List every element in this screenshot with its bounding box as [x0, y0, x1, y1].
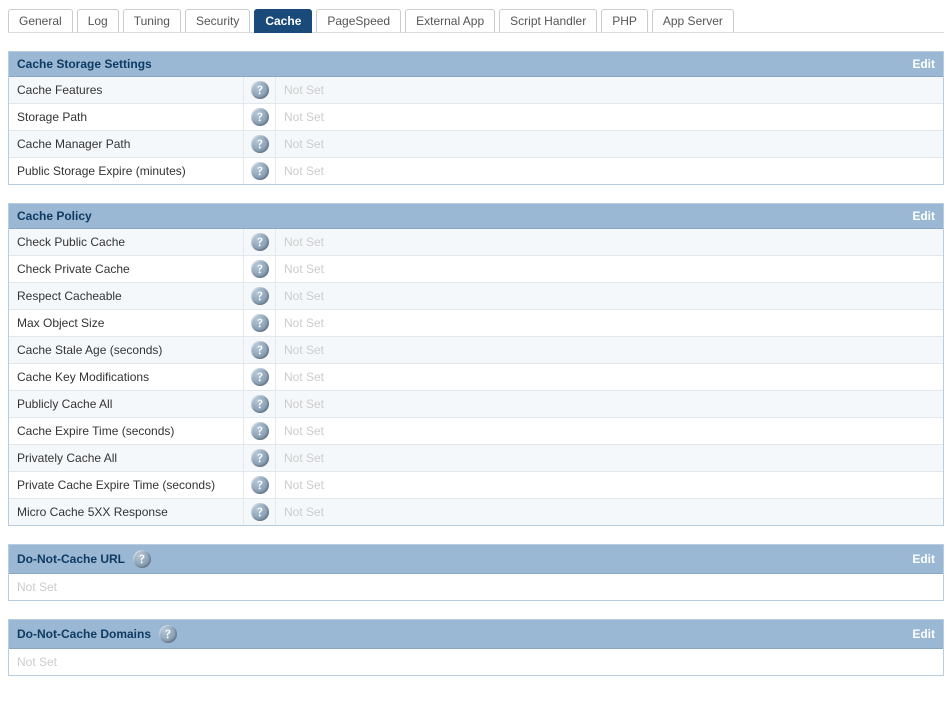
- setting-label: Respect Cacheable: [9, 283, 244, 309]
- setting-value: Not Set: [276, 418, 943, 444]
- help-icon[interactable]: [251, 368, 269, 386]
- setting-label: Cache Key Modifications: [9, 364, 244, 390]
- setting-label: Publicly Cache All: [9, 391, 244, 417]
- help-icon[interactable]: [251, 314, 269, 332]
- panel-cache-policy: Cache Policy Edit Check Public Cache Not…: [8, 203, 944, 526]
- help-icon[interactable]: [251, 233, 269, 251]
- setting-value: Not Set: [276, 283, 943, 309]
- edit-link[interactable]: Edit: [912, 627, 935, 641]
- edit-link[interactable]: Edit: [912, 209, 935, 223]
- setting-label: Cache Stale Age (seconds): [9, 337, 244, 363]
- edit-link[interactable]: Edit: [912, 552, 935, 566]
- panel-dnc-domains: Do-Not-Cache Domains Edit Not Set: [8, 619, 944, 676]
- panel-title: Cache Policy: [17, 209, 92, 223]
- help-icon[interactable]: [251, 422, 269, 440]
- setting-value: Not Set: [276, 229, 943, 255]
- setting-label: Storage Path: [9, 104, 244, 130]
- setting-value: Not Set: [276, 256, 943, 282]
- tab-app-server[interactable]: App Server: [652, 9, 734, 33]
- panel-header: Do-Not-Cache Domains Edit: [9, 620, 943, 649]
- tab-pagespeed[interactable]: PageSpeed: [316, 9, 401, 33]
- setting-label: Privately Cache All: [9, 445, 244, 471]
- setting-label: Public Storage Expire (minutes): [9, 158, 244, 184]
- setting-label: Max Object Size: [9, 310, 244, 336]
- help-icon[interactable]: [159, 625, 177, 643]
- help-icon[interactable]: [251, 395, 269, 413]
- panel-dnc-url: Do-Not-Cache URL Edit Not Set: [8, 544, 944, 601]
- edit-link[interactable]: Edit: [912, 57, 935, 71]
- setting-label: Check Public Cache: [9, 229, 244, 255]
- setting-label: Cache Features: [9, 77, 244, 103]
- help-icon[interactable]: [251, 287, 269, 305]
- setting-value: Not Set: [276, 337, 943, 363]
- panel-title: Do-Not-Cache Domains: [17, 627, 151, 641]
- setting-value: Not Set: [9, 574, 943, 600]
- setting-value: Not Set: [276, 472, 943, 498]
- setting-value: Not Set: [276, 104, 943, 130]
- help-icon[interactable]: [133, 550, 151, 568]
- help-icon[interactable]: [251, 135, 269, 153]
- help-icon[interactable]: [251, 449, 269, 467]
- tab-general[interactable]: General: [8, 9, 73, 33]
- panel-title: Do-Not-Cache URL: [17, 552, 125, 566]
- setting-value: Not Set: [9, 649, 943, 675]
- setting-value: Not Set: [276, 310, 943, 336]
- setting-label: Micro Cache 5XX Response: [9, 499, 244, 525]
- tab-bar: General Log Tuning Security Cache PageSp…: [8, 8, 944, 33]
- help-icon[interactable]: [251, 503, 269, 521]
- panel-body: Check Public Cache Not Set Check Private…: [9, 229, 943, 525]
- setting-label: Cache Manager Path: [9, 131, 244, 157]
- setting-value: Not Set: [276, 391, 943, 417]
- help-icon[interactable]: [251, 162, 269, 180]
- setting-value: Not Set: [276, 131, 943, 157]
- tab-php[interactable]: PHP: [601, 9, 648, 33]
- setting-value: Not Set: [276, 499, 943, 525]
- tab-log[interactable]: Log: [77, 9, 119, 33]
- setting-value: Not Set: [276, 445, 943, 471]
- panel-header: Cache Storage Settings Edit: [9, 52, 943, 77]
- panel-title: Cache Storage Settings: [17, 57, 152, 71]
- help-icon[interactable]: [251, 476, 269, 494]
- panel-header: Cache Policy Edit: [9, 204, 943, 229]
- tab-external-app[interactable]: External App: [405, 9, 495, 33]
- panel-body: Cache Features Not Set Storage Path Not …: [9, 77, 943, 184]
- help-icon[interactable]: [251, 341, 269, 359]
- panel-header: Do-Not-Cache URL Edit: [9, 545, 943, 574]
- setting-label: Private Cache Expire Time (seconds): [9, 472, 244, 498]
- setting-value: Not Set: [276, 364, 943, 390]
- tab-script-handler[interactable]: Script Handler: [499, 9, 597, 33]
- help-icon[interactable]: [251, 108, 269, 126]
- setting-value: Not Set: [276, 77, 943, 103]
- setting-value: Not Set: [276, 158, 943, 184]
- tab-cache[interactable]: Cache: [254, 9, 312, 33]
- setting-label: Check Private Cache: [9, 256, 244, 282]
- panel-cache-storage: Cache Storage Settings Edit Cache Featur…: [8, 51, 944, 185]
- setting-label: Cache Expire Time (seconds): [9, 418, 244, 444]
- tab-security[interactable]: Security: [185, 9, 250, 33]
- tab-tuning[interactable]: Tuning: [123, 9, 181, 33]
- help-icon[interactable]: [251, 81, 269, 99]
- help-icon[interactable]: [251, 260, 269, 278]
